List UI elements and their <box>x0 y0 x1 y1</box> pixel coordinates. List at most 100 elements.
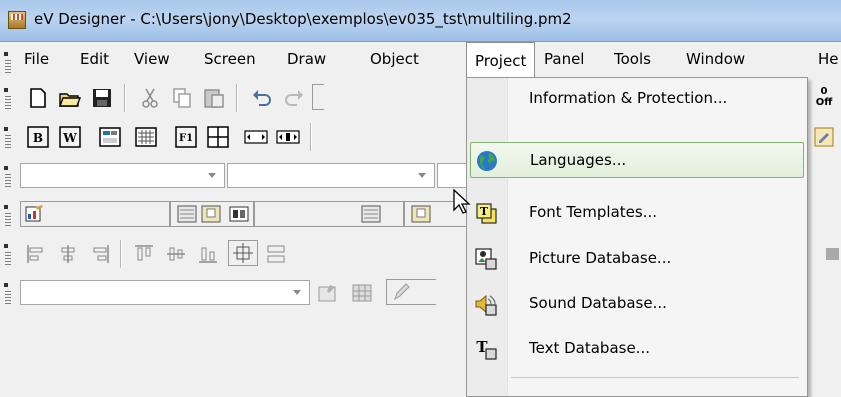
align-bottom-icon[interactable] <box>196 242 220 266</box>
layer-grid-icon[interactable] <box>350 281 374 305</box>
menu-item-label: Picture Database... <box>529 249 672 267</box>
center-object-icon[interactable] <box>232 242 254 264</box>
svg-text:F1: F1 <box>179 133 193 144</box>
menu-item-label: Font Templates... <box>529 203 657 221</box>
menu-object[interactable]: Object <box>370 50 419 68</box>
align-left-icon[interactable] <box>24 242 48 266</box>
status-bottom: Off <box>815 97 833 108</box>
fill-style-box[interactable] <box>20 201 170 227</box>
picture-database-icon <box>475 248 497 270</box>
color-combo[interactable] <box>437 163 467 188</box>
title-bar: eV Designer - C:\Users\jony\Desktop\exem… <box>0 0 841 42</box>
pattern-box[interactable] <box>254 201 404 227</box>
menu-bar: File Edit View Screen Draw Object Projec… <box>0 42 841 79</box>
function-key-icon[interactable]: F1 <box>174 125 198 149</box>
align-top-icon[interactable] <box>132 242 156 266</box>
word-button-icon[interactable]: W <box>58 125 82 149</box>
chevron-down-icon[interactable] <box>208 173 216 178</box>
menu-draw[interactable]: Draw <box>287 50 326 68</box>
svg-text:W: W <box>62 131 77 145</box>
menu-item-text-database[interactable]: T Text Database... <box>470 331 804 367</box>
text-database-icon: T <box>476 338 497 360</box>
pattern-box[interactable] <box>170 201 254 227</box>
menu-item-sound-database[interactable]: Sound Database... <box>470 286 804 322</box>
toolbar-grip[interactable] <box>4 166 11 188</box>
redo-icon[interactable] <box>282 86 306 110</box>
align-right-icon[interactable] <box>88 242 112 266</box>
calendar-icon[interactable] <box>134 125 158 149</box>
align-middle-icon[interactable] <box>164 242 188 266</box>
center-object-button[interactable] <box>228 240 258 266</box>
menu-view[interactable]: View <box>134 50 170 68</box>
menu-panel[interactable]: Panel <box>544 50 584 68</box>
window-layout-icon[interactable] <box>98 125 122 149</box>
size-combo[interactable] <box>227 163 435 188</box>
chevron-down-icon[interactable] <box>418 173 426 178</box>
paste-icon[interactable] <box>202 86 226 110</box>
toolbar-separator <box>124 84 125 112</box>
menu-item-font-templates[interactable]: T Font Templates... <box>470 195 804 231</box>
scroll-bar-icon[interactable] <box>276 125 300 149</box>
meter-icon[interactable] <box>411 204 431 224</box>
sound-database-icon <box>475 294 497 316</box>
menu-screen[interactable]: Screen <box>204 50 256 68</box>
project-menu: Information & Protection... Languages...… <box>466 77 808 397</box>
status-indicator: 0 Off <box>812 86 836 108</box>
menu-separator <box>511 377 799 378</box>
chart-edit-icon[interactable] <box>25 204 45 224</box>
align-center-icon[interactable] <box>56 242 80 266</box>
scroll-left-right-icon[interactable] <box>244 125 268 149</box>
chevron-down-icon[interactable] <box>293 290 301 295</box>
grid-icon[interactable] <box>206 125 230 149</box>
svg-text:B: B <box>33 131 43 145</box>
menu-item-languages[interactable]: Languages... <box>470 142 804 178</box>
toolbar-separator <box>310 123 311 151</box>
layer-edit-icon[interactable] <box>316 281 340 305</box>
meter-icon[interactable] <box>201 204 221 224</box>
toolbar-grip[interactable] <box>4 88 11 110</box>
font-combo[interactable] <box>20 163 225 188</box>
open-folder-icon[interactable] <box>58 86 82 110</box>
toolbar-grip[interactable] <box>4 283 11 305</box>
svg-text:T: T <box>480 205 489 218</box>
window-title: eV Designer - C:\Users\jony\Desktop\exem… <box>34 10 572 28</box>
toolbar-grip[interactable] <box>4 205 11 227</box>
gauge-icon[interactable] <box>361 204 381 224</box>
menu-item-label: Sound Database... <box>529 294 667 312</box>
toolbar-grip[interactable] <box>4 244 11 266</box>
menu-edit[interactable]: Edit <box>80 50 109 68</box>
save-icon[interactable] <box>90 86 114 110</box>
tool-icon[interactable] <box>824 242 841 266</box>
menu-item-picture-database[interactable]: Picture Database... <box>470 241 804 277</box>
pencil-icon[interactable] <box>391 281 413 303</box>
menubar-grip[interactable] <box>4 52 11 74</box>
copy-icon[interactable] <box>170 86 194 110</box>
edit-object-icon[interactable] <box>812 125 836 149</box>
byte-button-icon[interactable]: B <box>26 125 50 149</box>
globe-icon <box>477 151 497 171</box>
app-icon[interactable] <box>8 11 26 29</box>
menu-tools[interactable]: Tools <box>614 50 651 68</box>
menu-item-label: Languages... <box>530 151 627 169</box>
new-file-icon[interactable] <box>26 86 50 110</box>
mouse-cursor-icon <box>453 189 471 214</box>
undo-icon[interactable] <box>250 86 274 110</box>
bitmap-icon[interactable] <box>229 205 249 223</box>
layer-combo[interactable] <box>20 280 310 305</box>
menu-project[interactable]: Project <box>466 42 536 78</box>
menu-item-information-protection[interactable]: Information & Protection... <box>470 81 804 117</box>
toolbar-separator <box>120 240 121 268</box>
status-top: 0 <box>820 86 828 97</box>
layer-box[interactable] <box>386 279 436 305</box>
cut-icon[interactable] <box>138 86 162 110</box>
gauge-icon[interactable] <box>177 204 197 224</box>
menu-window[interactable]: Window <box>686 50 745 68</box>
menu-file[interactable]: File <box>24 50 49 68</box>
menu-item-label: Information & Protection... <box>529 89 728 107</box>
menu-item-label: Text Database... <box>529 339 650 357</box>
toolbar-button[interactable] <box>312 84 324 110</box>
toolbar-grip[interactable] <box>4 127 11 149</box>
font-template-icon: T <box>476 203 497 224</box>
distribute-horizontal-icon[interactable] <box>264 242 288 266</box>
menu-help[interactable]: He <box>818 50 839 68</box>
